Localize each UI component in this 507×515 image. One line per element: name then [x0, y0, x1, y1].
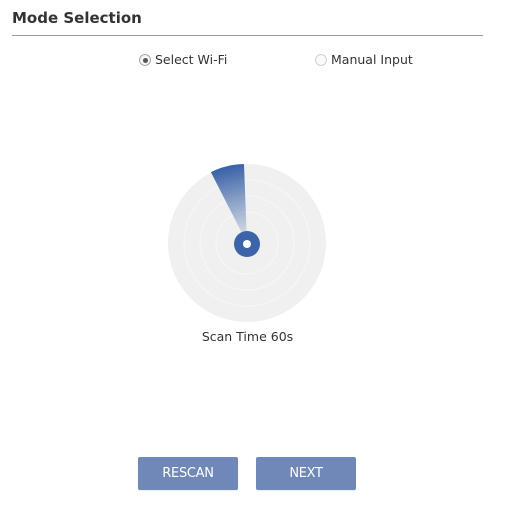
select-wifi-option[interactable]: Select Wi-Fi — [139, 52, 227, 68]
next-button[interactable]: NEXT — [256, 457, 356, 490]
select-wifi-radio[interactable] — [139, 54, 151, 66]
scan-time-label: Scan Time 60s — [201, 329, 294, 344]
scan-radar — [168, 164, 326, 322]
radar-icon — [168, 164, 326, 322]
manual-input-option[interactable]: Manual Input — [315, 52, 413, 68]
radar-center-dot — [243, 240, 251, 248]
rescan-button[interactable]: RESCAN — [138, 457, 238, 490]
manual-input-radio[interactable] — [315, 54, 327, 66]
title-divider — [12, 35, 483, 36]
manual-input-label: Manual Input — [331, 52, 413, 67]
section-title: Mode Selection — [12, 9, 142, 27]
mode-selection-page: Mode Selection Select Wi-Fi Manual Input — [0, 0, 507, 515]
select-wifi-label: Select Wi-Fi — [155, 52, 228, 67]
